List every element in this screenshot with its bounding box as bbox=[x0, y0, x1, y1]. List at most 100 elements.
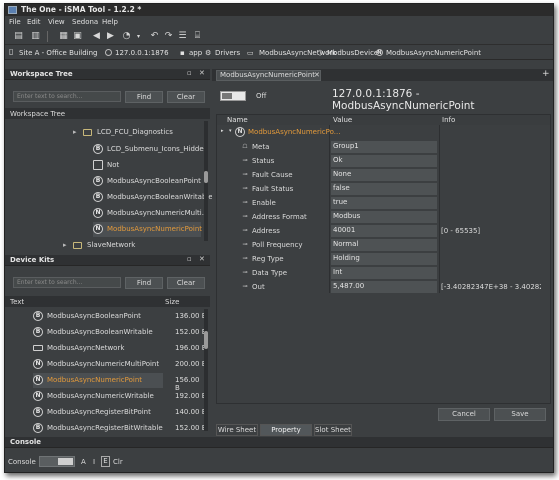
property-value[interactable]: Normal bbox=[331, 239, 437, 251]
clear-console-button[interactable]: Clr bbox=[113, 458, 123, 466]
workspace-search-input[interactable]: Enter text to search... bbox=[13, 91, 121, 102]
breadcrumb-device[interactable]: ModbusDevice bbox=[327, 49, 378, 57]
menu-help[interactable]: Help bbox=[102, 18, 118, 26]
close-icon[interactable]: ✕ bbox=[314, 71, 320, 80]
tree-item[interactable]: B LCD_Submenu_Icons_Hidden bbox=[93, 142, 208, 157]
grid-icon[interactable]: ▦ bbox=[58, 31, 69, 42]
list-item[interactable]: B ModbusAsyncRegisterBitWritable 152.00 … bbox=[33, 421, 207, 436]
undo-icon[interactable]: ↶ bbox=[149, 31, 160, 42]
close-icon[interactable]: ✕ bbox=[199, 69, 205, 77]
new-icon[interactable]: ▤ bbox=[13, 31, 24, 42]
property-value[interactable]: Group1 bbox=[331, 141, 437, 153]
device-kits-find-button[interactable]: Find bbox=[125, 277, 163, 289]
property-row[interactable]: ☖ Meta Group1 bbox=[217, 140, 550, 154]
tab-property-sheet[interactable]: Property Sheet bbox=[260, 424, 312, 445]
tree-item[interactable]: ▸ SlaveNetwork bbox=[63, 238, 193, 253]
filter-all-button[interactable]: A bbox=[81, 458, 86, 466]
column-header-text[interactable]: Text bbox=[10, 298, 24, 306]
property-row[interactable]: ⊸ Data Type Int bbox=[217, 266, 550, 280]
property-value[interactable]: None bbox=[331, 169, 437, 181]
tree-item[interactable]: ▸ LCD_FCU_Diagnostics bbox=[73, 125, 201, 140]
tree-item[interactable]: B ModbusAsyncBooleanPoint bbox=[93, 174, 201, 189]
list-item[interactable]: B ModbusAsyncBooleanWritable 152.00 B bbox=[33, 325, 207, 340]
list-item[interactable]: B ModbusAsyncBooleanPoint 136.00 B bbox=[33, 309, 207, 324]
tab-slot-sheet[interactable]: Slot Sheet bbox=[314, 424, 352, 436]
column-header-name[interactable]: Name bbox=[227, 116, 248, 124]
console-level-slider[interactable] bbox=[39, 456, 75, 467]
workspace-scrollbar[interactable] bbox=[204, 121, 208, 241]
filter-info-button[interactable]: I bbox=[93, 458, 95, 466]
column-header-info[interactable]: Info bbox=[442, 116, 455, 124]
breadcrumb-network[interactable]: ModbusAsyncNetwork bbox=[259, 49, 336, 57]
tree-item-selected[interactable]: N ModbusAsyncNumericPoint bbox=[93, 222, 202, 237]
minimize-icon[interactable]: ▫ bbox=[187, 69, 192, 77]
property-value[interactable]: Modbus bbox=[331, 211, 437, 223]
scrollbar-thumb[interactable] bbox=[204, 171, 208, 183]
breadcrumb-drivers[interactable]: Drivers bbox=[215, 49, 240, 57]
property-row[interactable]: ⊸ Address 40001 [0 - 65535] bbox=[217, 224, 550, 238]
list-item[interactable]: N ModbusAsyncNumericWritable 192.00 B bbox=[33, 389, 207, 404]
property-value[interactable]: 5,487.00 bbox=[331, 281, 437, 293]
forward-icon[interactable]: ▶ bbox=[105, 31, 116, 42]
menu-view[interactable]: View bbox=[48, 18, 65, 26]
device-kits-clear-button[interactable]: Clear bbox=[167, 277, 205, 289]
expand-icon[interactable]: ▸ bbox=[73, 128, 77, 136]
breadcrumb-site[interactable]: Site A - Office Building bbox=[19, 49, 97, 57]
tab-wire-sheet[interactable]: Wire Sheet bbox=[216, 424, 258, 436]
property-row[interactable]: ⊸ Poll Frequency Normal bbox=[217, 238, 550, 252]
filter-error-button[interactable]: E bbox=[101, 456, 110, 467]
enable-toggle[interactable] bbox=[220, 91, 246, 101]
list-icon[interactable]: ☰ bbox=[177, 31, 188, 42]
back-icon[interactable]: ◀ bbox=[91, 31, 102, 42]
device-kits-scrollbar[interactable] bbox=[204, 309, 208, 431]
property-row[interactable]: ⊸ Reg Type Holding bbox=[217, 252, 550, 266]
history-icon[interactable]: ◔ bbox=[121, 31, 132, 42]
menu-file[interactable]: File bbox=[9, 18, 21, 26]
collapse-icon[interactable]: ▾ bbox=[229, 128, 232, 134]
save-icon[interactable]: ▣ bbox=[72, 31, 83, 42]
property-value[interactable]: true bbox=[331, 197, 437, 209]
redo-icon[interactable]: ↷ bbox=[163, 31, 174, 42]
menu-edit[interactable]: Edit bbox=[27, 18, 41, 26]
expand-icon[interactable]: ▸ bbox=[221, 128, 224, 134]
editor-tab[interactable]: ModbusAsyncNumericPoint ✕ bbox=[216, 70, 321, 81]
scrollbar-thumb[interactable] bbox=[204, 331, 208, 349]
property-row[interactable]: ⊸ Address Format Modbus bbox=[217, 210, 550, 224]
expand-icon[interactable]: ▸ bbox=[63, 241, 67, 249]
breadcrumb-host[interactable]: 127.0.0.1:1876 bbox=[115, 49, 169, 57]
tree-item[interactable]: B ModbusAsyncBooleanWritable bbox=[93, 190, 213, 205]
cancel-button[interactable]: Cancel bbox=[438, 408, 490, 421]
close-icon[interactable]: ✕ bbox=[199, 255, 205, 263]
property-value[interactable]: false bbox=[331, 183, 437, 195]
property-value[interactable]: Int bbox=[331, 267, 437, 279]
tree-icon[interactable]: ⌸ bbox=[192, 31, 203, 42]
list-item-selected[interactable]: N ModbusAsyncNumericPoint bbox=[33, 373, 163, 388]
workspace-clear-button[interactable]: Clear bbox=[167, 91, 205, 103]
tree-root-row[interactable]: ▸ ▾ N ModbusAsyncNumericPo... bbox=[217, 126, 550, 138]
open-icon[interactable]: ▥ bbox=[30, 31, 41, 42]
property-row[interactable]: ⊸ Out 5,487.00 [-3.40282347E+38 - 3.4028234… bbox=[217, 280, 550, 294]
property-value[interactable]: Ok bbox=[331, 155, 437, 167]
property-value[interactable]: 40001 bbox=[331, 225, 437, 237]
column-header-size[interactable]: Size bbox=[165, 298, 179, 306]
list-item[interactable]: ModbusAsyncNetwork 196.00 B bbox=[33, 341, 207, 356]
device-kits-search-input[interactable]: Enter text to search... bbox=[13, 277, 121, 288]
menu-sedona[interactable]: Sedona bbox=[72, 18, 98, 26]
property-row[interactable]: ⊸ Status Ok bbox=[217, 154, 550, 168]
list-item[interactable]: B ModbusAsyncRegisterBitPoint 140.00 B bbox=[33, 405, 207, 420]
slider-handle[interactable] bbox=[58, 458, 73, 465]
tree-item[interactable]: N ModbusAsyncNumericMulti... bbox=[93, 206, 208, 221]
column-header-value[interactable]: Value bbox=[333, 116, 352, 124]
add-tab-icon[interactable]: + bbox=[542, 69, 550, 79]
breadcrumb-point[interactable]: ModbusAsyncNumericPoint bbox=[386, 49, 481, 57]
property-row[interactable]: ⊸ Fault Status false bbox=[217, 182, 550, 196]
breadcrumb-app[interactable]: app bbox=[189, 49, 202, 57]
save-button[interactable]: Save bbox=[494, 408, 546, 421]
property-value[interactable]: Holding bbox=[331, 253, 437, 265]
tree-item[interactable]: Not bbox=[93, 158, 201, 173]
property-row[interactable]: ⊸ Fault Cause None bbox=[217, 168, 550, 182]
list-item[interactable]: N ModbusAsyncNumericMultiPoint 200.00 B bbox=[33, 357, 207, 372]
history-dropdown-icon[interactable]: ▾ bbox=[133, 31, 144, 42]
workspace-find-button[interactable]: Find bbox=[125, 91, 163, 103]
minimize-icon[interactable]: ▫ bbox=[187, 255, 192, 263]
